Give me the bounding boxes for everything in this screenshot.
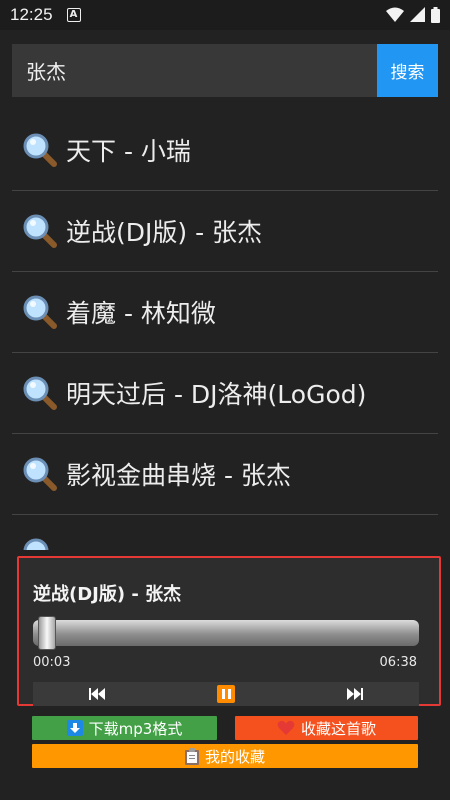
- result-item[interactable]: 明天过后 - DJ洛神(LoGod): [12, 353, 438, 434]
- result-item[interactable]: 着魔 - 林知微: [12, 272, 438, 353]
- download-label: 下载mp3格式: [88, 719, 183, 738]
- now-playing-title: 逆战(DJ版) - 张杰: [33, 584, 182, 605]
- result-item[interactable]: 逆战(DJ版) - 张杰: [12, 191, 438, 272]
- result-label: 影视金曲串烧 - 张杰: [66, 461, 291, 490]
- player-panel: 逆战(DJ版) - 张杰 00:03 06:38: [17, 556, 441, 706]
- pause-icon-bar: [227, 689, 231, 699]
- status-time: 12:25: [10, 5, 53, 24]
- magnifier-icon: [23, 457, 57, 491]
- magnifier-icon: [23, 376, 57, 410]
- result-label: 天下 - 小瑞: [66, 137, 191, 166]
- progress-thumb[interactable]: [37, 616, 56, 650]
- collect-song-button[interactable]: 收藏这首歌: [235, 716, 418, 740]
- search-input[interactable]: [12, 44, 377, 97]
- pause-icon-bar: [221, 689, 225, 699]
- result-label: 逆战(DJ版) - 张杰: [66, 218, 263, 247]
- playback-controls: [33, 682, 419, 706]
- current-time: 00:03: [33, 655, 71, 670]
- magnifier-icon: [23, 133, 57, 167]
- result-item[interactable]: [12, 515, 438, 550]
- pause-button[interactable]: [217, 685, 235, 703]
- download-mp3-button[interactable]: 下载mp3格式: [32, 716, 217, 740]
- result-item[interactable]: 影视金曲串烧 - 张杰: [12, 434, 438, 515]
- result-item[interactable]: 天下 - 小瑞: [12, 110, 438, 191]
- previous-icon: [89, 688, 105, 700]
- search-result-list[interactable]: 天下 - 小瑞 逆战(DJ版) - 张杰 着魔 - 林知微 明天过后 - DJ洛…: [12, 110, 438, 550]
- magnifier-icon: [23, 295, 57, 329]
- favorites-label: 我的收藏: [204, 747, 265, 766]
- search-bar: 搜索: [12, 44, 438, 97]
- wifi-icon: [386, 7, 404, 22]
- total-time: 06:38: [379, 655, 417, 670]
- status-bar: 12:25 A: [0, 0, 450, 30]
- signal-icon: [410, 7, 425, 22]
- status-icons: [386, 7, 440, 23]
- notification-a-icon: A: [66, 8, 81, 22]
- progress-bar[interactable]: [33, 616, 419, 650]
- next-button[interactable]: [347, 688, 363, 700]
- heart-icon: [277, 720, 295, 736]
- collect-label: 收藏这首歌: [300, 719, 376, 738]
- clipboard-icon: [184, 747, 199, 765]
- next-icon: [347, 688, 363, 700]
- magnifier-icon: [23, 538, 49, 550]
- search-button[interactable]: 搜索: [377, 44, 438, 97]
- battery-icon: [431, 7, 440, 23]
- previous-button[interactable]: [89, 688, 105, 700]
- download-arrow-icon: [66, 720, 83, 736]
- magnifier-icon: [23, 214, 57, 248]
- result-label: 明天过后 - DJ洛神(LoGod): [66, 380, 367, 409]
- result-label: 着魔 - 林知微: [66, 299, 216, 328]
- my-favorites-button[interactable]: 我的收藏: [32, 744, 418, 768]
